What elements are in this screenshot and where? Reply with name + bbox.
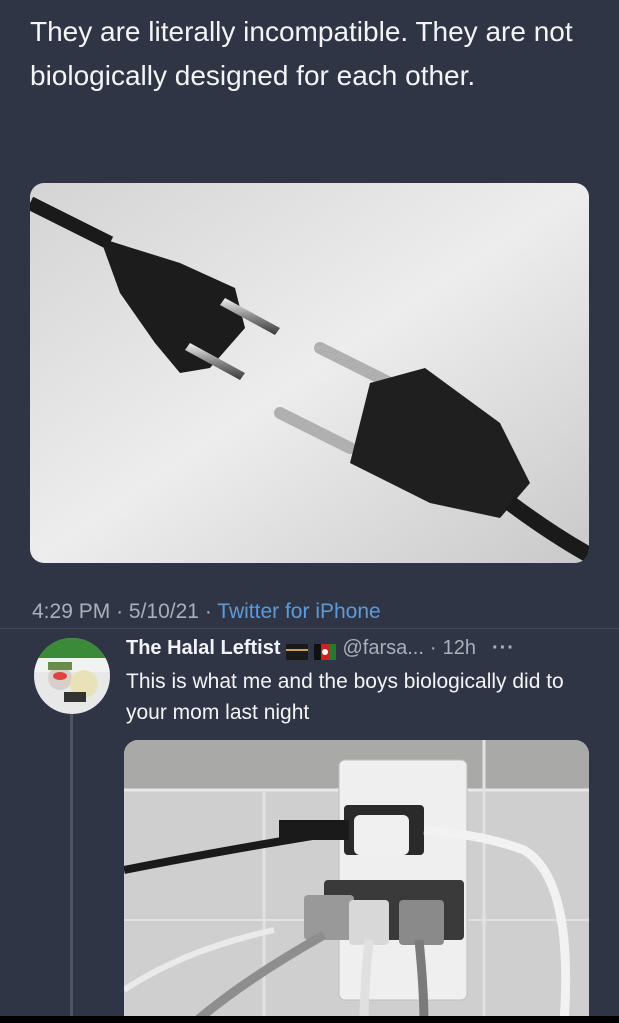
reply-time-separator: · (429, 637, 437, 659)
tweet-date: 5/10/21 (128, 600, 199, 623)
reply-image-outlet[interactable] (124, 740, 589, 1023)
kaaba-flag-icon (286, 640, 309, 660)
bottom-edge (0, 1016, 619, 1023)
tweet-text: They are literally incompatible. They ar… (30, 16, 573, 91)
avatar[interactable] (34, 638, 110, 714)
afghanistan-flag-icon (314, 640, 337, 660)
more-icon[interactable]: ··· (492, 634, 515, 662)
divider (0, 628, 619, 629)
reply-handle[interactable]: @farsa... (342, 634, 423, 662)
meta-separator: · (204, 600, 212, 623)
thread-line (70, 714, 73, 1023)
meta-separator: · (116, 600, 124, 623)
reply-header: The Halal Leftist @farsa... · 12h ··· (126, 634, 606, 662)
tweet-time: 4:29 PM (32, 600, 111, 623)
tweet-source-link[interactable]: Twitter for iPhone (217, 600, 380, 623)
reply-text: This is what me and the boys biologicall… (126, 670, 564, 724)
reply-author-name[interactable]: The Halal Leftist (126, 634, 280, 662)
reply-time[interactable]: 12h (443, 634, 476, 662)
tweet-image-plugs[interactable] (30, 183, 589, 563)
tweet-meta: 4:29 PM · 5/10/21 · Twitter for iPhone (32, 600, 381, 624)
